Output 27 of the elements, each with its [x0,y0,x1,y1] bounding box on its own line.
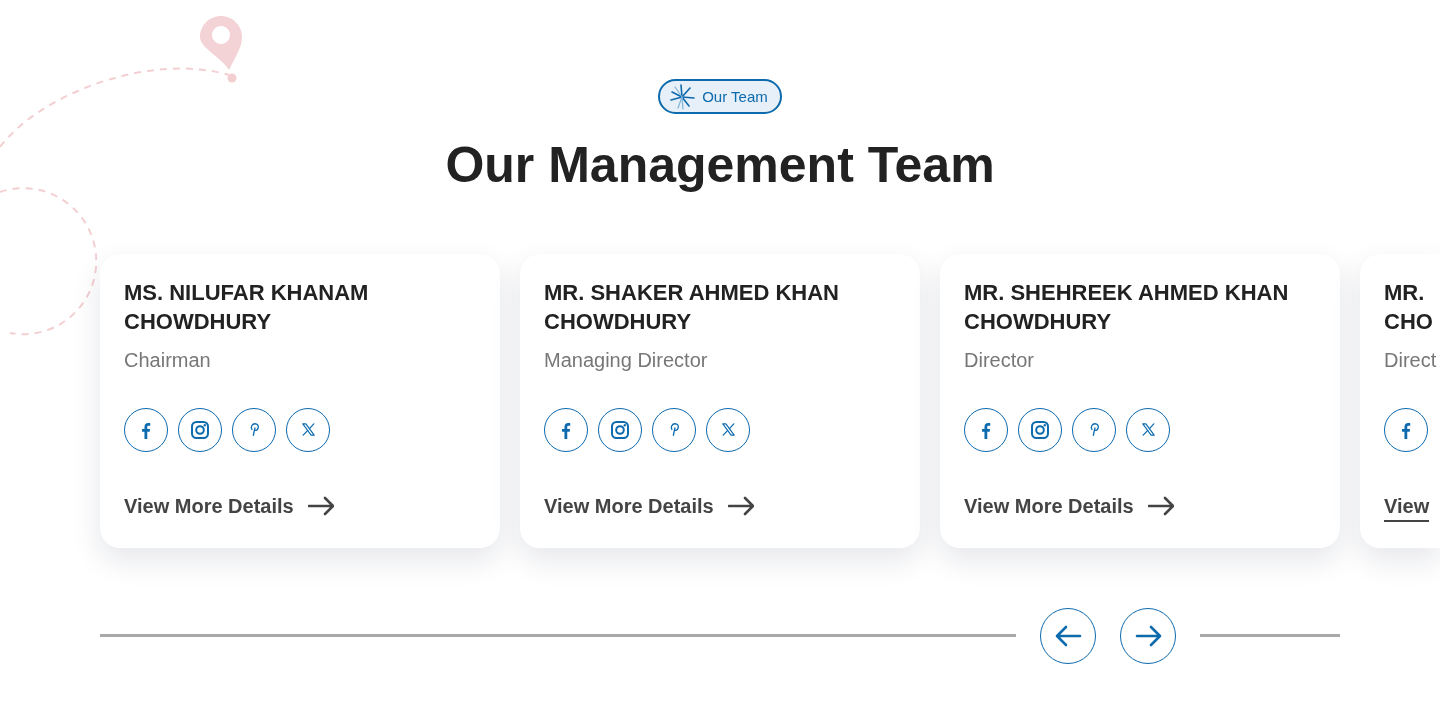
member-role: Chairman [124,347,212,373]
arrow-right-icon [307,494,334,517]
view-details-link[interactable]: View More Details [124,491,334,520]
map-pin-icon [200,16,242,70]
member-name: MS. NILUFAR KHANAM CHOWDHURY [124,278,370,336]
x-icon [721,423,735,436]
arrow-right-icon [727,494,754,517]
view-details-link[interactable]: View [1384,491,1430,522]
section-tag-label: Our Team [702,86,768,107]
member-role: Managing Director [544,347,709,373]
starburst-icon [669,83,696,110]
arrow-left-icon [1054,624,1082,647]
member-name: MR. SHAKER AHMED KHAN CHOWDHURY [544,278,840,336]
section-heading: Our Management Team [444,135,996,195]
x-icon [301,423,315,436]
member-role: Direct [1384,347,1438,373]
member-role: Director [964,347,1035,373]
instagram-icon [191,420,209,439]
member-name: MR. SHEHREEK AHMED KHAN CHOWDHURY [964,278,1290,336]
arrow-right-icon [1134,624,1162,647]
arrow-right-icon [1147,494,1174,517]
view-details-link[interactable]: View More Details [964,491,1174,520]
member-name: MR. CHO [1384,278,1434,336]
x-icon [1141,423,1155,436]
instagram-icon [611,420,629,439]
view-details-link[interactable]: View More Details [544,491,754,520]
instagram-icon [1031,420,1049,439]
